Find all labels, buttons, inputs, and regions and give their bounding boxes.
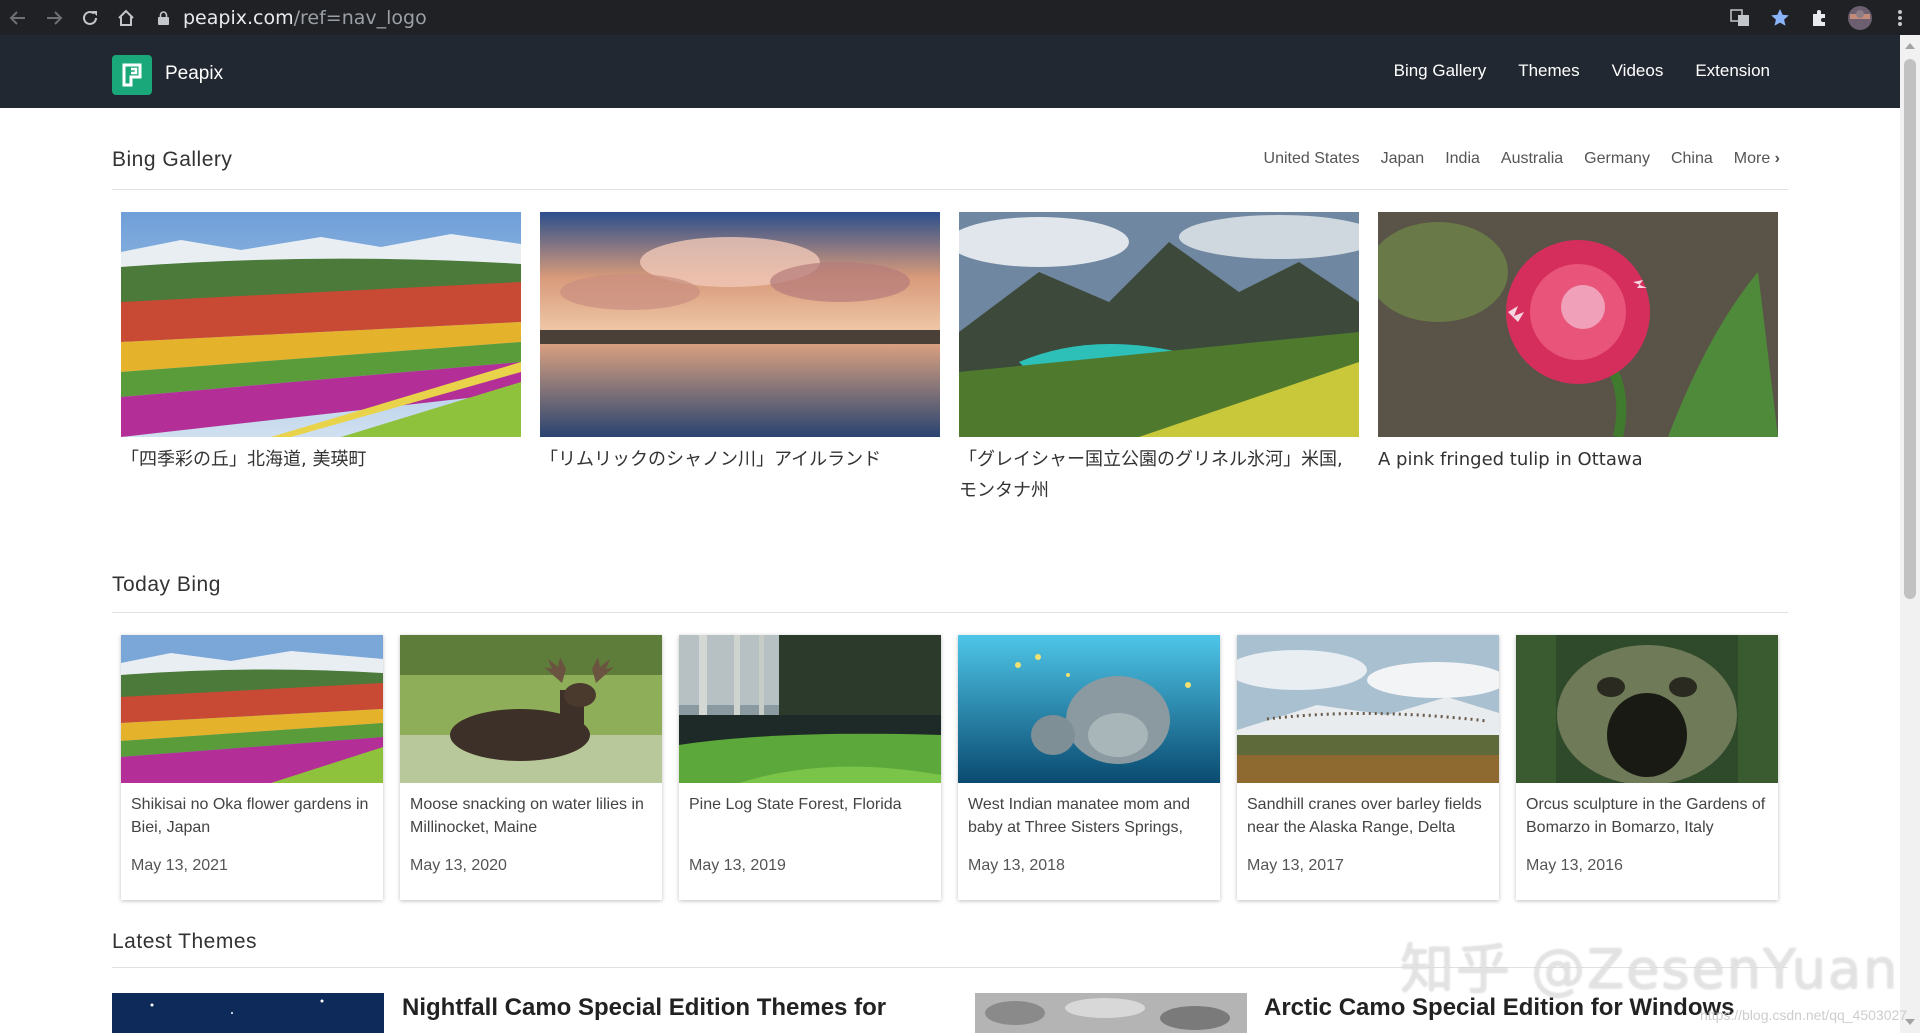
country-link-japan[interactable]: Japan xyxy=(1381,150,1425,168)
chevron-right-icon: › xyxy=(1774,150,1780,167)
theme-title[interactable]: Nightfall Camo Special Edition Themes fo… xyxy=(402,994,886,1022)
home-icon[interactable] xyxy=(108,0,144,35)
today-date: May 13, 2016 xyxy=(1526,857,1623,874)
url-path: /ref=nav_logo xyxy=(293,6,427,29)
theme-image-nightfall[interactable] xyxy=(112,993,384,1033)
nav-bing-gallery[interactable]: Bing Gallery xyxy=(1394,61,1487,81)
gallery-caption[interactable]: 「グレイシャー国立公園のグリネル氷河」米国, モンタナ州 xyxy=(959,444,1359,506)
today-desc[interactable]: West Indian manatee mom and baby at Thre… xyxy=(958,783,1220,855)
translate-icon[interactable] xyxy=(1720,0,1760,35)
lock-icon xyxy=(158,10,169,25)
today-date: May 13, 2018 xyxy=(968,857,1065,874)
watermark-url: https://blog.csdn.net/qq_4503027 xyxy=(1700,1007,1908,1023)
country-link-china[interactable]: China xyxy=(1671,150,1713,168)
gallery-caption[interactable]: A pink fringed tulip in Ottawa xyxy=(1378,444,1778,475)
more-label: More xyxy=(1733,150,1771,167)
today-desc[interactable]: Pine Log State Forest, Florida xyxy=(679,783,941,855)
today-desc[interactable]: Orcus sculpture in the Gardens of Bomarz… xyxy=(1516,783,1778,855)
country-link-australia[interactable]: Australia xyxy=(1501,150,1563,168)
url-host: peapix.com xyxy=(183,6,294,29)
today-image-moose[interactable] xyxy=(400,635,662,783)
country-link-germany[interactable]: Germany xyxy=(1584,150,1650,168)
chrome-menu-icon[interactable] xyxy=(1880,0,1920,35)
back-icon[interactable] xyxy=(0,0,36,35)
nav-extension[interactable]: Extension xyxy=(1695,61,1770,81)
today-date: May 13, 2020 xyxy=(410,857,507,874)
today-card[interactable]: Pine Log State Forest, Florida May 13, 2… xyxy=(679,635,941,900)
gallery-image-river[interactable] xyxy=(540,212,940,437)
today-image-orcus[interactable] xyxy=(1516,635,1778,783)
gallery-card[interactable]: A pink fringed tulip in Ottawa xyxy=(1378,212,1778,475)
today-desc[interactable]: Shikisai no Oka flower gardens in Biei, … xyxy=(121,783,383,855)
more-link[interactable]: More › xyxy=(1734,150,1780,168)
today-image-forest[interactable] xyxy=(679,635,941,783)
gallery-caption[interactable]: 「四季彩の丘」北海道, 美瑛町 xyxy=(121,444,521,475)
page-scrollbar[interactable] xyxy=(1900,35,1920,1033)
gallery-card[interactable]: 「四季彩の丘」北海道, 美瑛町 xyxy=(121,212,521,475)
scroll-up-icon[interactable] xyxy=(1905,43,1915,49)
forward-icon[interactable] xyxy=(36,0,72,35)
browser-toolbar: peapix.com/ref=nav_logo xyxy=(0,0,1920,35)
nav-videos[interactable]: Videos xyxy=(1612,61,1664,81)
watermark-text: 知乎 @ZesenYuan xyxy=(1400,938,1900,1001)
today-date: May 13, 2017 xyxy=(1247,857,1344,874)
site-navbar: Peapix Bing Gallery Themes Videos Extens… xyxy=(0,35,1900,108)
today-image-cranes[interactable] xyxy=(1237,635,1499,783)
gallery-image-mountain[interactable] xyxy=(959,212,1359,437)
today-card[interactable]: West Indian manatee mom and baby at Thre… xyxy=(958,635,1220,900)
scrollbar-thumb[interactable] xyxy=(1904,59,1916,599)
today-card[interactable]: Orcus sculpture in the Gardens of Bomarz… xyxy=(1516,635,1778,900)
nav-themes[interactable]: Themes xyxy=(1518,61,1579,81)
section-title: Today Bing xyxy=(112,573,221,596)
today-date: May 13, 2019 xyxy=(689,857,786,874)
today-desc[interactable]: Moose snacking on water lilies in Millin… xyxy=(400,783,662,855)
today-desc[interactable]: Sandhill cranes over barley fields near … xyxy=(1237,783,1499,855)
brand-name[interactable]: Peapix xyxy=(165,63,223,85)
today-card[interactable]: Shikisai no Oka flower gardens in Biei, … xyxy=(121,635,383,900)
reload-icon[interactable] xyxy=(72,0,108,35)
today-card[interactable]: Sandhill cranes over barley fields near … xyxy=(1237,635,1499,900)
peapix-logo-icon[interactable] xyxy=(112,55,152,95)
today-image-manatee[interactable] xyxy=(958,635,1220,783)
gallery-image-flowers[interactable] xyxy=(121,212,521,437)
gallery-card[interactable]: 「グレイシャー国立公園のグリネル氷河」米国, モンタナ州 xyxy=(959,212,1359,506)
today-date: May 13, 2021 xyxy=(131,857,228,874)
country-link-india[interactable]: India xyxy=(1445,150,1480,168)
address-bar[interactable]: peapix.com/ref=nav_logo xyxy=(158,3,1658,33)
extensions-puzzle-icon[interactable] xyxy=(1800,0,1840,35)
country-link-us[interactable]: United States xyxy=(1264,150,1360,168)
gallery-caption[interactable]: 「リムリックのシャノン川」アイルランド xyxy=(540,444,940,475)
today-image-flowers[interactable] xyxy=(121,635,383,783)
theme-image-arctic-camo[interactable] xyxy=(975,993,1247,1033)
bookmark-star-icon[interactable] xyxy=(1760,0,1800,35)
profile-avatar[interactable] xyxy=(1840,0,1880,35)
bing-gallery-header: Bing Gallery United States Japan India A… xyxy=(112,148,1788,190)
today-bing-header: Today Bing xyxy=(112,573,1788,613)
gallery-card[interactable]: 「リムリックのシャノン川」アイルランド xyxy=(540,212,940,475)
today-card[interactable]: Moose snacking on water lilies in Millin… xyxy=(400,635,662,900)
gallery-image-tulip[interactable] xyxy=(1378,212,1778,437)
